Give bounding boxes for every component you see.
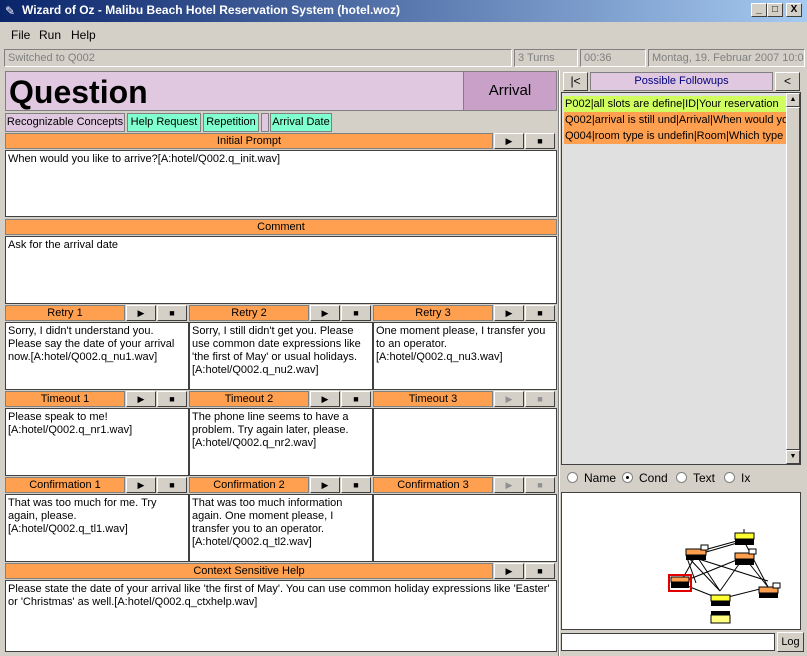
followups-list[interactable]: P002|all slots are define|ID|Your reserv… xyxy=(561,92,801,465)
play-icon[interactable]: ▶ xyxy=(310,391,340,407)
stop-icon[interactable]: ■ xyxy=(157,391,187,407)
confirmation2-text[interactable]: That was too much information again. One… xyxy=(189,494,373,562)
vertical-scrollbar[interactable]: ▲ ▼ xyxy=(786,93,800,464)
stop-icon[interactable]: ■ xyxy=(341,477,371,493)
play-icon[interactable]: ▶ xyxy=(494,391,524,407)
stop-icon[interactable]: ■ xyxy=(525,563,555,579)
question-name: Arrival xyxy=(463,72,556,110)
log-input[interactable] xyxy=(561,633,775,651)
retry1-header: Retry 1 xyxy=(5,305,125,321)
dialog-graph-view[interactable] xyxy=(561,492,801,630)
followups-header: Possible Followups xyxy=(590,72,773,91)
maximize-button[interactable]: □ xyxy=(767,3,783,17)
confirmation1-header: Confirmation 1 xyxy=(5,477,125,493)
timeout3-text[interactable] xyxy=(373,408,557,476)
question-header: Question Arrival xyxy=(5,71,557,111)
status-message: Switched to Q002 xyxy=(4,49,512,67)
play-icon[interactable]: ▶ xyxy=(126,391,156,407)
timeout2-text[interactable]: The phone line seems to have a problem. … xyxy=(189,408,373,476)
dialog-graph-icon xyxy=(668,529,781,624)
radio-dot-icon xyxy=(567,472,578,483)
stop-icon[interactable]: ■ xyxy=(525,305,555,321)
context-help-header: Context Sensitive Help xyxy=(5,563,493,579)
minimize-button[interactable]: _ xyxy=(751,3,767,17)
scroll-up-icon[interactable]: ▲ xyxy=(786,93,800,107)
radio-name[interactable]: Name xyxy=(567,471,616,485)
timeout1-header: Timeout 1 xyxy=(5,391,125,407)
confirmation2-header: Confirmation 2 xyxy=(189,477,309,493)
tab-separator xyxy=(261,113,269,132)
list-item[interactable]: P002|all slots are define|ID|Your reserv… xyxy=(564,96,788,112)
play-icon[interactable]: ▶ xyxy=(126,477,156,493)
comment-text[interactable]: Ask for the arrival date xyxy=(5,236,557,304)
comment-header: Comment xyxy=(5,219,557,235)
list-item[interactable]: Q002|arrival is still und|Arrival|When w… xyxy=(564,112,788,128)
timeout2-header: Timeout 2 xyxy=(189,391,309,407)
stop-icon[interactable]: ■ xyxy=(525,391,555,407)
radio-text[interactable]: Text xyxy=(676,471,715,485)
radio-cond[interactable]: Cond xyxy=(622,471,668,485)
radio-dot-icon xyxy=(676,472,687,483)
stop-icon[interactable]: ■ xyxy=(341,391,371,407)
context-help-text[interactable]: Please state the date of your arrival li… xyxy=(5,580,557,652)
confirmation3-text[interactable] xyxy=(373,494,557,562)
initial-prompt-header: Initial Prompt xyxy=(5,133,493,149)
previous-followup-button[interactable]: < xyxy=(775,72,800,91)
scroll-down-icon[interactable]: ▼ xyxy=(786,450,800,464)
confirmation1-text[interactable]: That was too much for me. Try again, ple… xyxy=(5,494,189,562)
retry1-text[interactable]: Sorry, I didn't understand you. Please s… xyxy=(5,322,189,390)
status-turns: 3 Turns xyxy=(514,49,578,67)
play-icon[interactable]: ▶ xyxy=(126,305,156,321)
page-title: Question xyxy=(9,74,148,110)
tab-help-request[interactable]: Help Request xyxy=(127,113,201,132)
stop-icon[interactable]: ■ xyxy=(157,305,187,321)
stop-icon[interactable]: ■ xyxy=(525,133,555,149)
retry2-text[interactable]: Sorry, I still didn't get you. Please us… xyxy=(189,322,373,390)
retry3-text[interactable]: One moment please, I transfer you to an … xyxy=(373,322,557,390)
tab-arrival-date[interactable]: Arrival Date xyxy=(270,113,332,132)
window-title: Wizard of Oz - Malibu Beach Hotel Reserv… xyxy=(22,3,400,17)
tab-recognizable-concepts[interactable]: Recognizable Concepts xyxy=(5,113,125,132)
panel-divider[interactable] xyxy=(558,70,560,656)
initial-prompt-text[interactable]: When would you like to arrive?[A:hotel/Q… xyxy=(5,150,557,217)
close-button[interactable]: X xyxy=(786,3,802,17)
play-icon[interactable]: ▶ xyxy=(310,477,340,493)
play-icon[interactable]: ▶ xyxy=(310,305,340,321)
stop-icon[interactable]: ■ xyxy=(157,477,187,493)
quill-icon: ✎ xyxy=(5,4,16,18)
play-icon[interactable]: ▶ xyxy=(494,305,524,321)
display-mode-radio-group: Name Cond Text Ix xyxy=(563,468,803,488)
status-bar: Switched to Q002 3 Turns 00:36 Montag, 1… xyxy=(0,48,807,68)
play-icon[interactable]: ▶ xyxy=(494,563,524,579)
menu-bar: File Run Help xyxy=(0,24,807,46)
radio-dot-icon xyxy=(622,472,633,483)
confirmation3-header: Confirmation 3 xyxy=(373,477,493,493)
menu-file[interactable]: File xyxy=(11,28,30,42)
retry3-header: Retry 3 xyxy=(373,305,493,321)
list-item[interactable]: Q004|room type is undefin|Room|Which typ… xyxy=(564,128,788,144)
menu-help[interactable]: Help xyxy=(71,28,96,42)
title-bar: ✎ Wizard of Oz - Malibu Beach Hotel Rese… xyxy=(0,0,807,22)
stop-icon[interactable]: ■ xyxy=(341,305,371,321)
retry2-header: Retry 2 xyxy=(189,305,309,321)
timeout1-text[interactable]: Please speak to me![A:hotel/Q002.q_nr1.w… xyxy=(5,408,189,476)
radio-dot-icon xyxy=(724,472,735,483)
first-followup-button[interactable]: |< xyxy=(563,72,588,91)
play-icon[interactable]: ▶ xyxy=(494,477,524,493)
play-icon[interactable]: ▶ xyxy=(494,133,524,149)
status-time: 00:36 xyxy=(580,49,646,67)
timeout3-header: Timeout 3 xyxy=(373,391,493,407)
log-button[interactable]: Log xyxy=(777,632,804,652)
status-date: Montag, 19. Februar 2007 10:04 xyxy=(648,49,805,67)
radio-ix[interactable]: Ix xyxy=(724,471,750,485)
scroll-thumb[interactable] xyxy=(786,107,800,450)
tab-repetition[interactable]: Repetition xyxy=(203,113,259,132)
stop-icon[interactable]: ■ xyxy=(525,477,555,493)
menu-run[interactable]: Run xyxy=(39,28,61,42)
